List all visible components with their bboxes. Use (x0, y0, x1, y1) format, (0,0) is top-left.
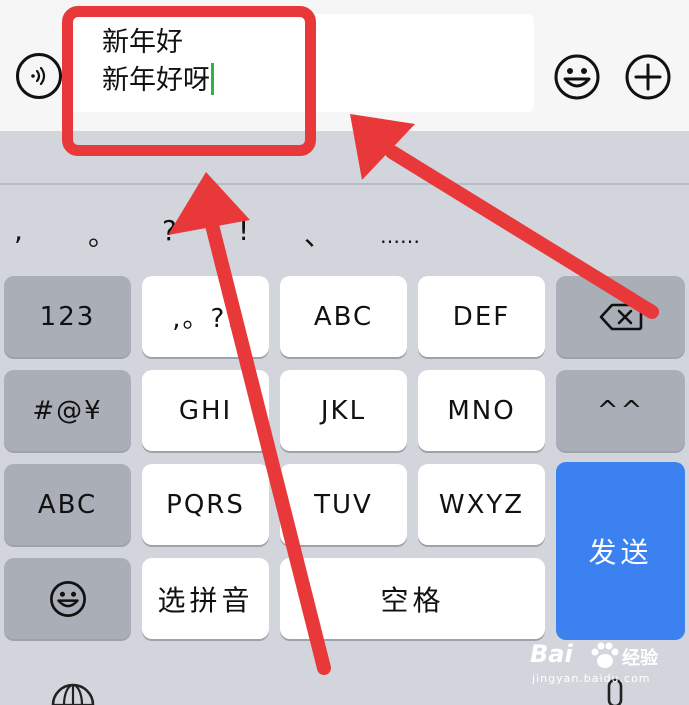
key-tuv[interactable]: TUV (280, 464, 407, 545)
paw-icon (591, 642, 619, 668)
emoji-key[interactable] (4, 558, 131, 639)
watermark-brand: Bai (530, 640, 573, 668)
candidate-ellipsis[interactable]: …… (380, 224, 420, 248)
voice-icon (31, 66, 46, 86)
key-abc[interactable]: ABC (280, 276, 407, 357)
annotation-highlight-box (62, 6, 316, 156)
watermark-url: jingyan.baidu.com (532, 672, 651, 685)
key-abc-mode[interactable]: ABC (4, 464, 131, 545)
key-jkl[interactable]: JKL (280, 370, 407, 451)
voice-input-button[interactable] (16, 53, 62, 99)
candidate-question[interactable]: ? (162, 214, 177, 247)
key-mno[interactable]: MNO (418, 370, 545, 451)
baidu-jingyan-watermark: Bai 经验 jingyan.baidu.com (530, 640, 680, 692)
backspace-key[interactable] (556, 276, 685, 357)
key-wxyz[interactable]: WXYZ (418, 464, 545, 545)
key-select-pinyin[interactable]: 选拼音 (142, 558, 269, 639)
key-kaomoji[interactable]: ^^ (556, 370, 685, 451)
emoji-icon[interactable] (553, 53, 601, 101)
emoji-icon (49, 580, 86, 617)
candidate-enumeration-comma[interactable]: 、 (304, 214, 332, 254)
plus-icon[interactable] (624, 53, 672, 101)
space-key[interactable]: 空格 (280, 558, 545, 639)
key-ghi[interactable]: GHI (142, 370, 269, 451)
key-symbols[interactable]: #@¥ (4, 370, 131, 451)
key-punctuation[interactable]: ,。?! (142, 276, 269, 357)
keyboard-divider (0, 183, 689, 185)
key-def[interactable]: DEF (418, 276, 545, 357)
candidate-comma[interactable]: , (14, 214, 23, 247)
globe-icon[interactable] (48, 680, 98, 705)
candidate-period[interactable]: 。 (88, 214, 116, 254)
key-pqrs[interactable]: PQRS (142, 464, 269, 545)
backspace-icon (599, 303, 642, 330)
candidate-exclaim[interactable]: ! (238, 214, 249, 247)
key-123[interactable]: 123 (4, 276, 131, 357)
watermark-brand-cn: 经验 (622, 648, 658, 669)
send-button[interactable]: 发送 (556, 462, 685, 640)
